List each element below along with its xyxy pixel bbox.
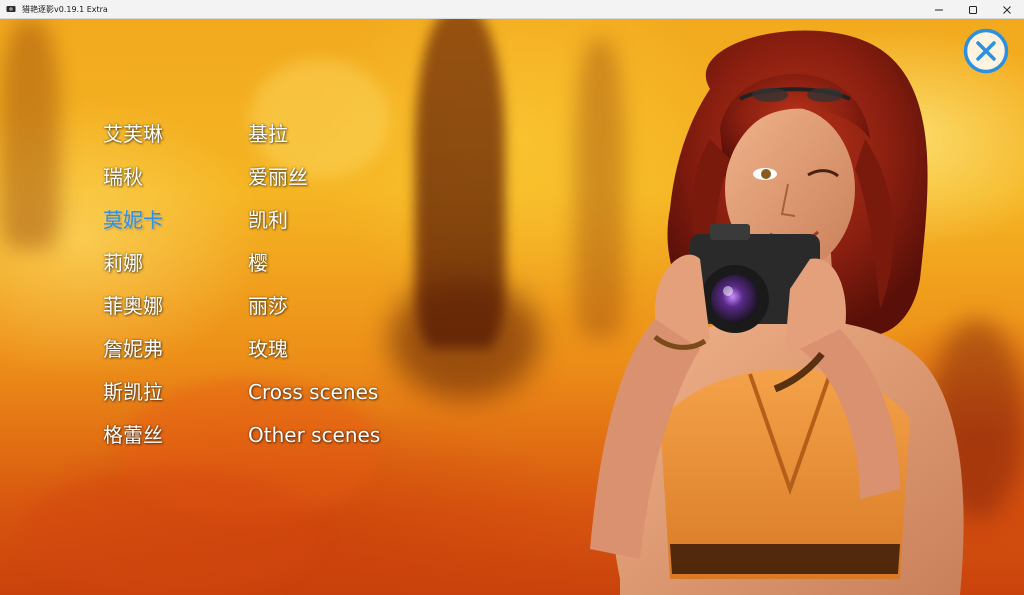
- game-screen: 艾芙琳 瑞秋 莫妮卡 莉娜 菲奥娜 詹妮弗 斯凯拉 格蕾丝 基拉 爱丽丝 凯利 …: [0, 19, 1024, 595]
- menu-item-kira[interactable]: 基拉: [248, 122, 288, 146]
- menu-item-skyla[interactable]: 斯凯拉: [103, 380, 163, 404]
- window-close-button[interactable]: [990, 0, 1024, 19]
- window-title: 猎艳逐影v0.19.1 Extra: [22, 4, 108, 14]
- menu-item-evelyn[interactable]: 艾芙琳: [103, 122, 163, 146]
- window-close-icon: [1003, 5, 1011, 14]
- menu-item-jennifer[interactable]: 詹妮弗: [103, 337, 163, 361]
- maximize-icon: [969, 5, 977, 14]
- menu-item-fiona[interactable]: 菲奥娜: [103, 294, 163, 318]
- menu-item-cross-scenes[interactable]: Cross scenes: [248, 380, 378, 404]
- maximize-button[interactable]: [956, 0, 990, 19]
- menu-item-monica[interactable]: 莫妮卡: [103, 208, 163, 232]
- menu-item-kelly[interactable]: 凯利: [248, 208, 288, 232]
- window-controls: [922, 0, 1024, 19]
- menu-item-rachel[interactable]: 瑞秋: [103, 165, 143, 189]
- game-window: 猎艳逐影v0.19.1 Extra 艾芙琳 瑞秋 莫妮卡 莉娜 菲奥娜 詹妮弗 …: [0, 0, 1024, 595]
- menu-item-sakura[interactable]: 樱: [248, 251, 268, 275]
- menu-item-rose[interactable]: 玫瑰: [248, 337, 288, 361]
- character-scene-menu: 艾芙琳 瑞秋 莫妮卡 莉娜 菲奥娜 詹妮弗 斯凯拉 格蕾丝 基拉 爱丽丝 凯利 …: [0, 19, 1024, 595]
- menu-item-lisa[interactable]: 丽莎: [248, 294, 288, 318]
- close-circle-icon: [963, 28, 1009, 74]
- minimize-button[interactable]: [922, 0, 956, 19]
- menu-item-other-scenes[interactable]: Other scenes: [248, 423, 380, 447]
- close-menu-button[interactable]: [963, 28, 1009, 74]
- menu-item-grace[interactable]: 格蕾丝: [103, 423, 163, 447]
- minimize-icon: [935, 9, 943, 10]
- app-icon: [6, 4, 16, 14]
- menu-item-alice[interactable]: 爱丽丝: [248, 165, 308, 189]
- menu-item-lina[interactable]: 莉娜: [103, 251, 143, 275]
- title-bar: 猎艳逐影v0.19.1 Extra: [0, 0, 1024, 19]
